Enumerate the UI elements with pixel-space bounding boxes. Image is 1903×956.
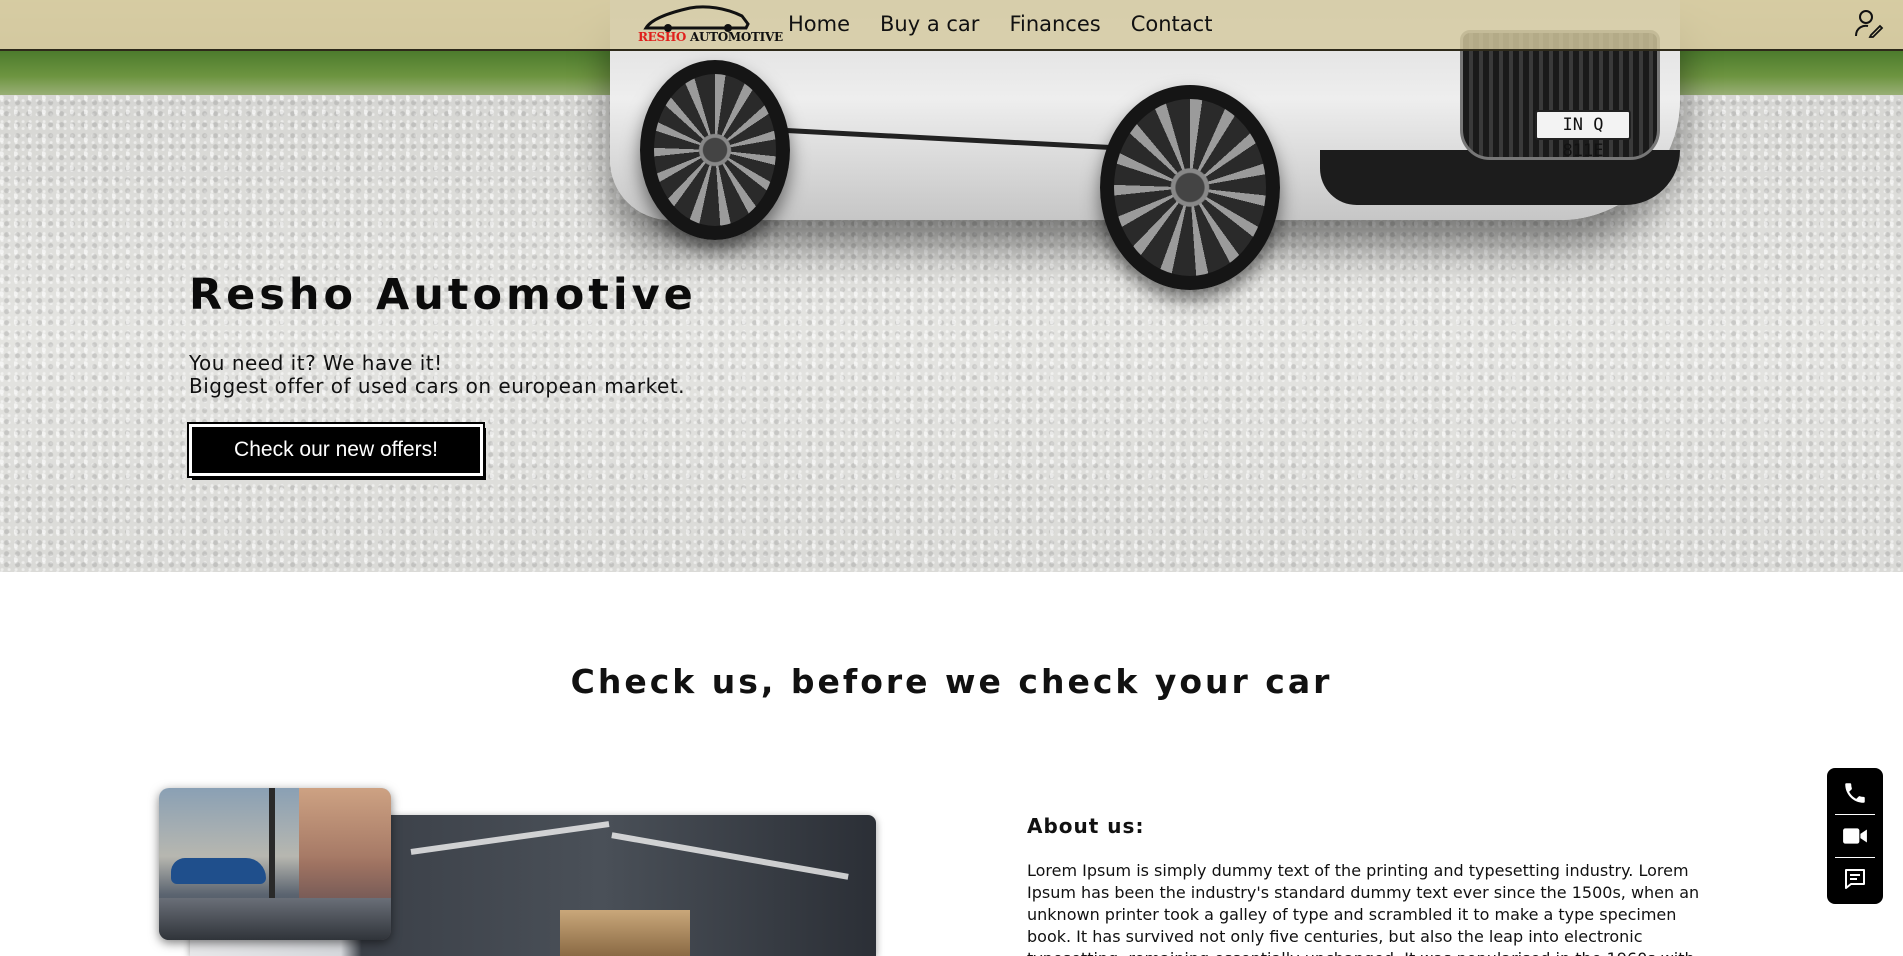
nav-links: Home Buy a car Finances Contact — [788, 8, 1212, 40]
chat-button[interactable] — [1835, 862, 1875, 896]
hero-subtitle-line-2: Biggest offer of used cars on european m… — [189, 374, 686, 398]
photo-warm-light — [560, 910, 690, 956]
user-edit-icon[interactable] — [1854, 8, 1884, 38]
hero-subtitle: You need it? We have it! Biggest offer o… — [189, 352, 685, 398]
nav-finances[interactable]: Finances — [1009, 8, 1100, 40]
logo-text-red: RESHO — [638, 30, 687, 44]
photo-ceiling-beam — [611, 832, 849, 880]
chat-icon — [1845, 869, 1865, 889]
video-camera-icon — [1843, 828, 1867, 844]
site-logo[interactable]: RESHO AUTOMOTIVE — [636, 2, 783, 48]
logo-text: RESHO AUTOMOTIVE — [638, 30, 783, 44]
contact-float-panel — [1827, 768, 1883, 904]
photo-blue-car — [171, 858, 266, 884]
nav-buy-a-car[interactable]: Buy a car — [880, 8, 979, 40]
showroom-exterior-photo — [159, 788, 391, 940]
top-navbar: RESHO AUTOMOTIVE Home Buy a car Finances… — [0, 0, 1903, 51]
section-title: Check us, before we check your car — [570, 662, 1333, 701]
photo-ceiling-beam — [410, 821, 610, 855]
nav-contact[interactable]: Contact — [1131, 8, 1213, 40]
car-rear-wheel — [640, 60, 790, 240]
contact-divider — [1835, 814, 1875, 815]
logo-text-black: AUTOMOTIVE — [686, 30, 783, 44]
nav-home[interactable]: Home — [788, 8, 850, 40]
about-title: About us: — [1027, 814, 1145, 838]
video-call-button[interactable] — [1835, 819, 1875, 853]
call-button[interactable] — [1835, 776, 1875, 810]
phone-icon — [1845, 783, 1865, 803]
contact-divider — [1835, 857, 1875, 858]
photo-floor — [159, 898, 391, 940]
hero-subtitle-line-1: You need it? We have it! — [189, 351, 443, 375]
hero-section: IN Q 811E Resho Automotive You need it? … — [0, 0, 1903, 572]
about-text: Lorem Ipsum is simply dummy text of the … — [1027, 861, 1700, 956]
hero-title: Resho Automotive — [189, 270, 697, 320]
check-offers-button[interactable]: Check our new offers! — [187, 422, 485, 478]
car-license-plate: IN Q 811E — [1535, 110, 1631, 161]
car-front-wheel — [1100, 85, 1280, 290]
